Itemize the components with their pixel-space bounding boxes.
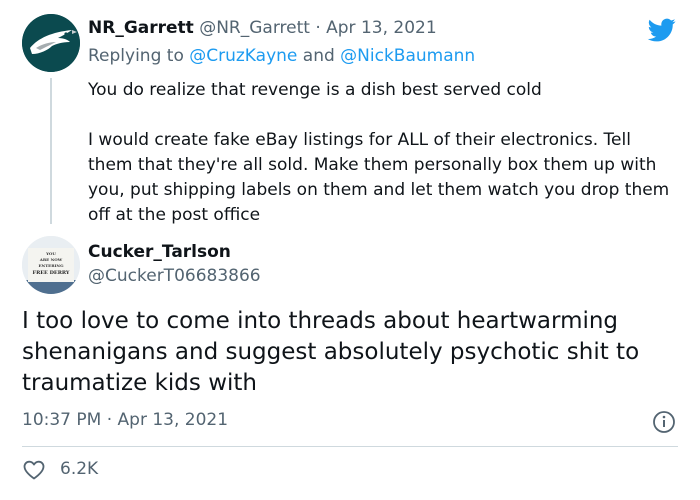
replying-to: Replying to @CruzKayne and @NickBaumann (88, 46, 475, 66)
tweet1-date[interactable]: Apr 13, 2021 (326, 18, 437, 38)
tweet2-timestamp[interactable]: 10:37 PM · Apr 13, 2021 (22, 410, 228, 430)
mention-link-cruzkayne[interactable]: @CruzKayne (189, 46, 297, 66)
mention-link-nickbaumann[interactable]: @NickBaumann (340, 46, 475, 66)
avatar-nr-garrett[interactable] (22, 14, 80, 72)
like-count[interactable]: 6.2K (60, 459, 98, 479)
tweet1-paragraph-2: I would create fake eBay listings for AL… (88, 130, 670, 225)
tweet2-handle[interactable]: @CuckerT06683866 (88, 266, 261, 286)
replying-to-conjunction: and (302, 46, 335, 66)
avatar-cucker-tarlson[interactable]: YOU ARE NOW ENTERING FREE DERRY (22, 236, 80, 294)
free-derry-sign-avatar: YOU ARE NOW ENTERING FREE DERRY (22, 236, 80, 294)
divider (22, 446, 678, 447)
tweet1-display-name[interactable]: NR_Garrett (88, 18, 194, 38)
thread-connector-line (50, 78, 52, 224)
tweet1-paragraph-1: You do realize that revenge is a dish be… (88, 80, 542, 100)
tweet2-display-name[interactable]: Cucker_Tarlson (88, 242, 231, 262)
avatar-sign-line-1: YOU (45, 251, 56, 256)
avatar-sign-line-4: FREE DERRY (33, 270, 70, 276)
avatar-sign-line-3: ENTERING (39, 263, 65, 268)
tweet1-handle[interactable]: @NR_Garrett (199, 18, 310, 38)
tweet1-body: You do realize that revenge is a dish be… (88, 78, 678, 228)
heart-icon[interactable] (22, 458, 46, 482)
info-icon[interactable] (652, 410, 676, 434)
twitter-bird-icon[interactable] (645, 16, 679, 44)
tweet2-body: I too love to come into threads about he… (22, 308, 640, 396)
tweet1-separator: · (315, 18, 321, 38)
eagle-logo-icon (22, 14, 80, 72)
avatar-sign-line-2: ARE NOW (39, 257, 63, 262)
replying-to-prefix: Replying to (88, 46, 184, 66)
tweet1-header: NR_Garrett @NR_Garrett · Apr 13, 2021 (88, 18, 437, 38)
